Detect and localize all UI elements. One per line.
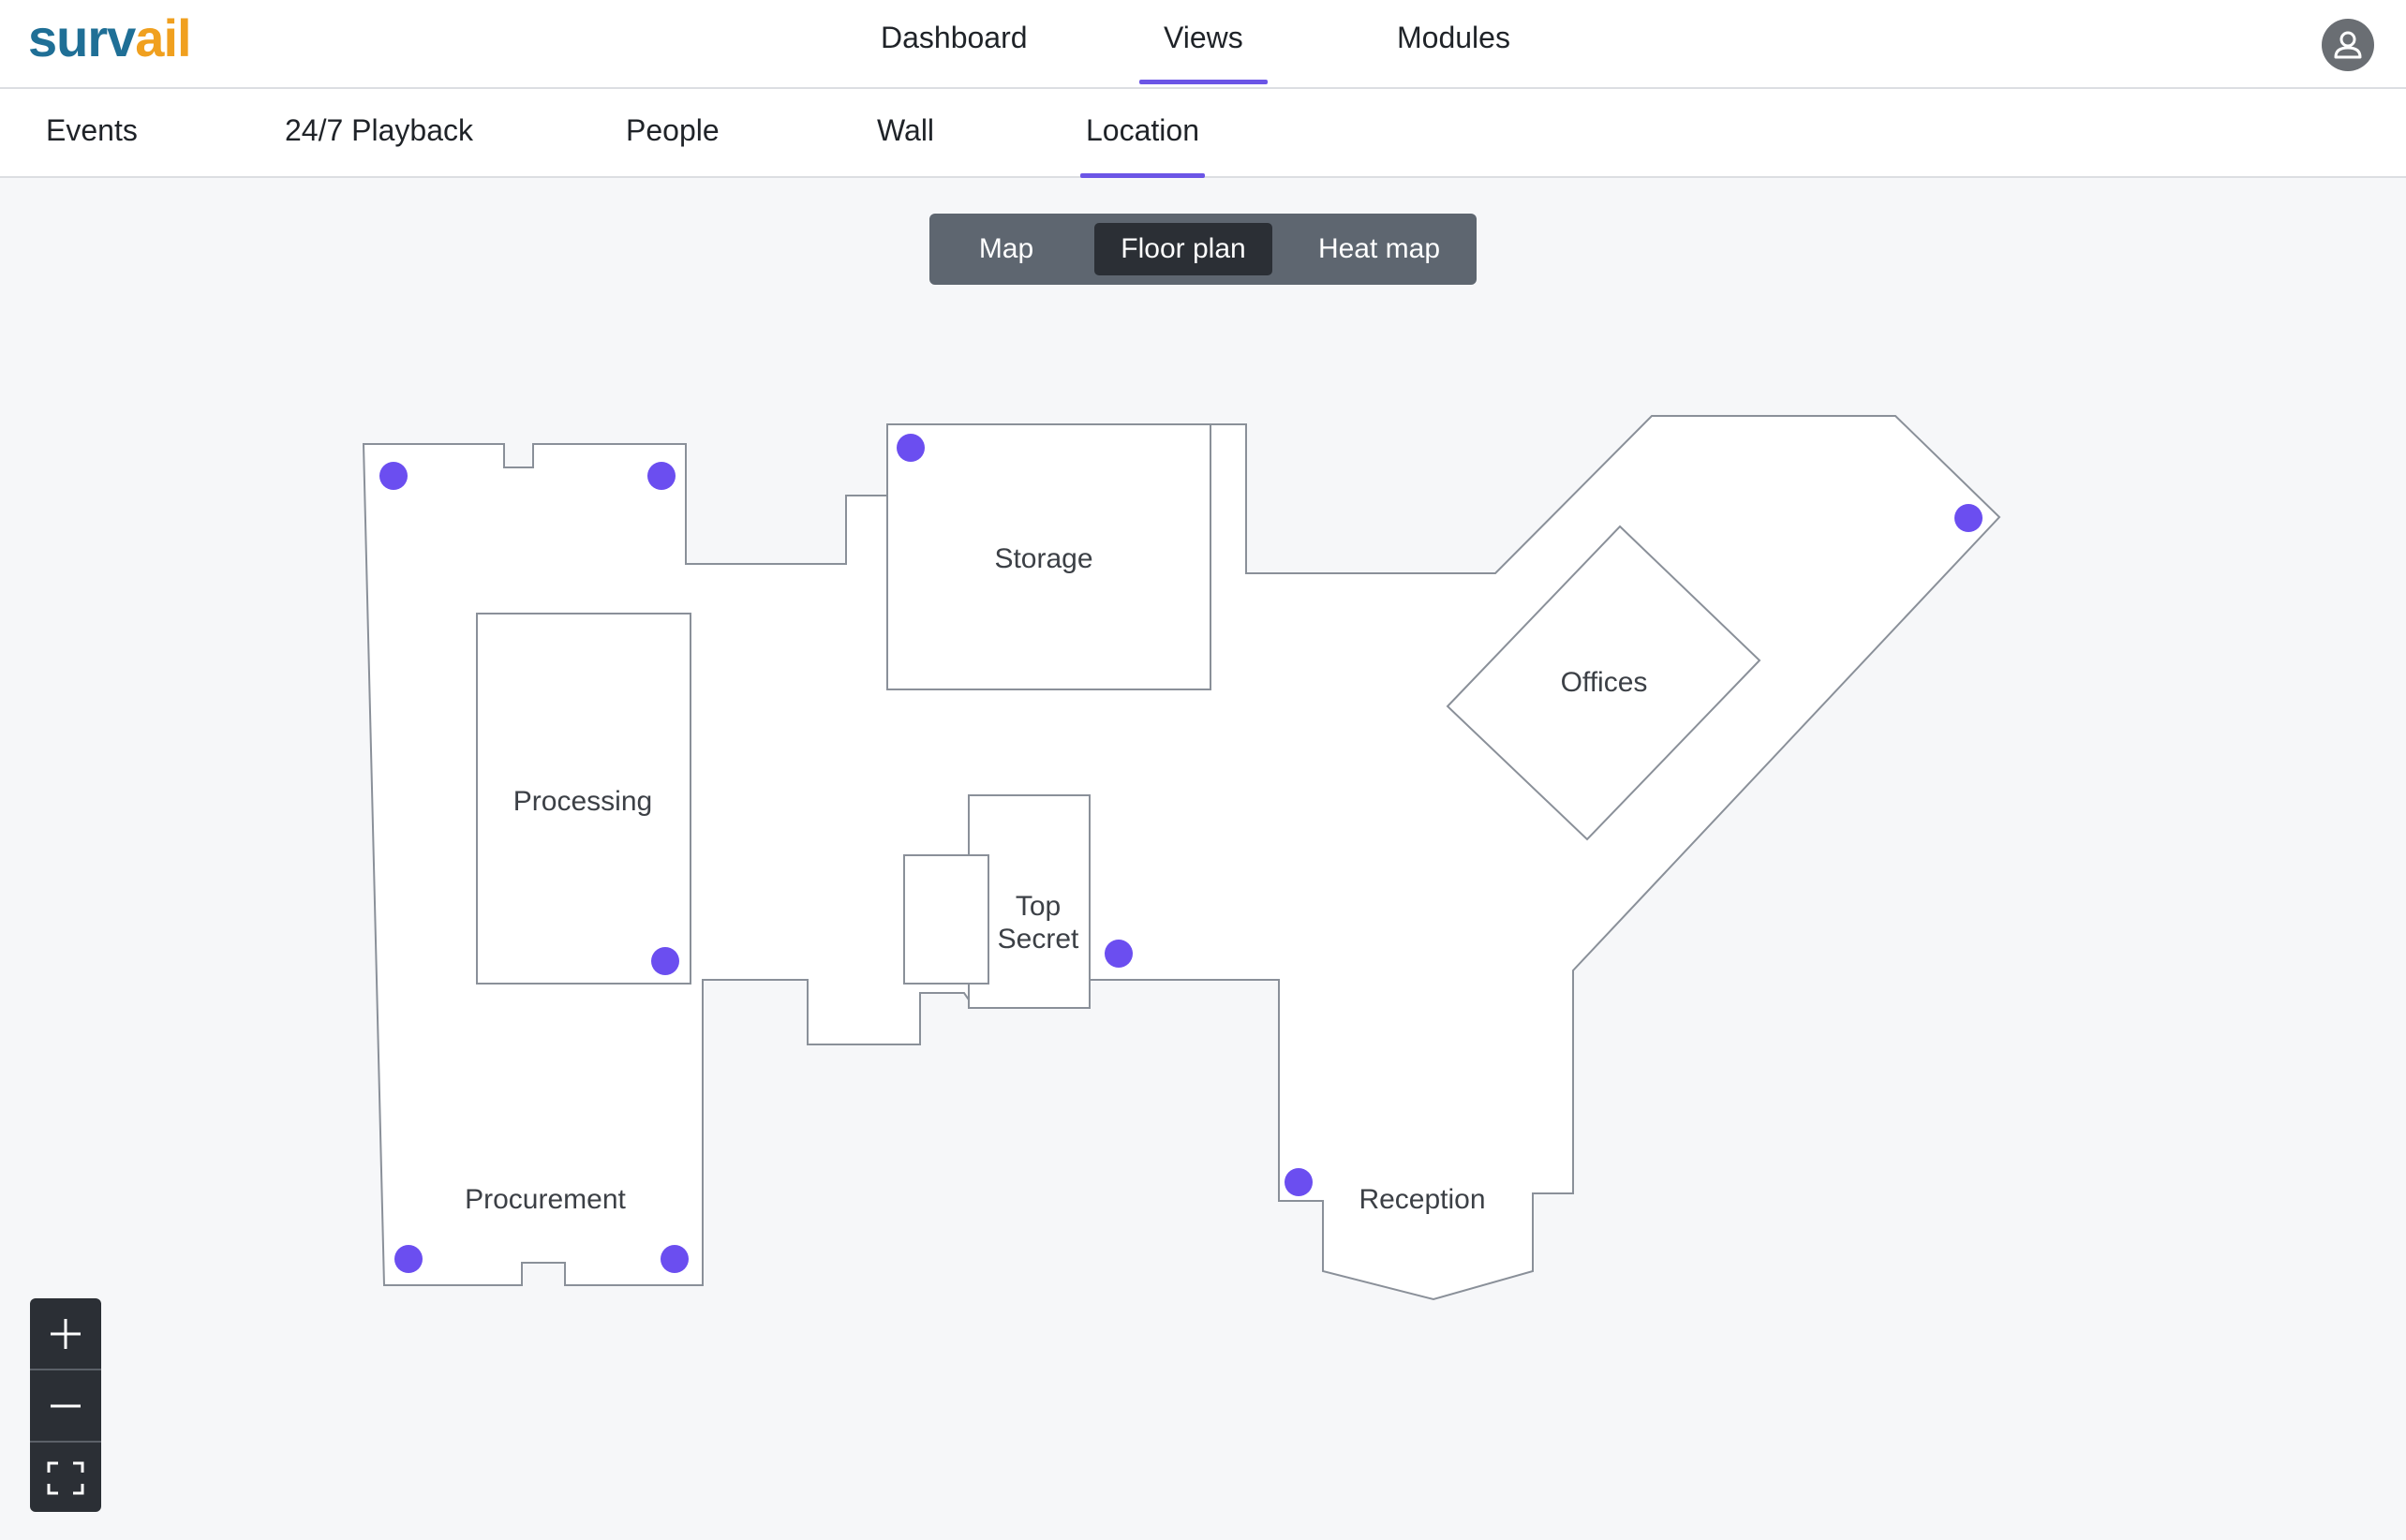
fullscreen-button[interactable] — [30, 1443, 101, 1512]
camera-marker[interactable] — [1105, 940, 1133, 968]
camera-marker[interactable] — [661, 1245, 689, 1273]
label-processing: Processing — [513, 786, 652, 817]
label-storage: Storage — [994, 543, 1092, 574]
camera-marker[interactable] — [1954, 504, 1983, 532]
floor-plan: Storage Offices Processing Top Secret Pr… — [362, 415, 2001, 1301]
label-procurement: Procurement — [465, 1184, 626, 1215]
camera-marker[interactable] — [1285, 1168, 1313, 1196]
label-top: Top — [1016, 891, 1061, 922]
map-controls — [30, 1298, 101, 1512]
camera-marker[interactable] — [394, 1245, 423, 1273]
minus-icon — [51, 1404, 81, 1408]
camera-marker[interactable] — [651, 947, 679, 975]
fullscreen-icon — [47, 1461, 84, 1495]
plus-icon — [51, 1319, 81, 1349]
camera-marker[interactable] — [379, 462, 408, 490]
room-top-secret-annex[interactable] — [903, 854, 989, 985]
label-reception: Reception — [1359, 1184, 1485, 1215]
label-secret: Secret — [998, 924, 1079, 955]
zoom-in-button[interactable] — [30, 1298, 101, 1370]
camera-marker[interactable] — [897, 434, 925, 462]
label-offices: Offices — [1561, 667, 1648, 698]
zoom-out-button[interactable] — [30, 1370, 101, 1442]
camera-marker[interactable] — [647, 462, 676, 490]
